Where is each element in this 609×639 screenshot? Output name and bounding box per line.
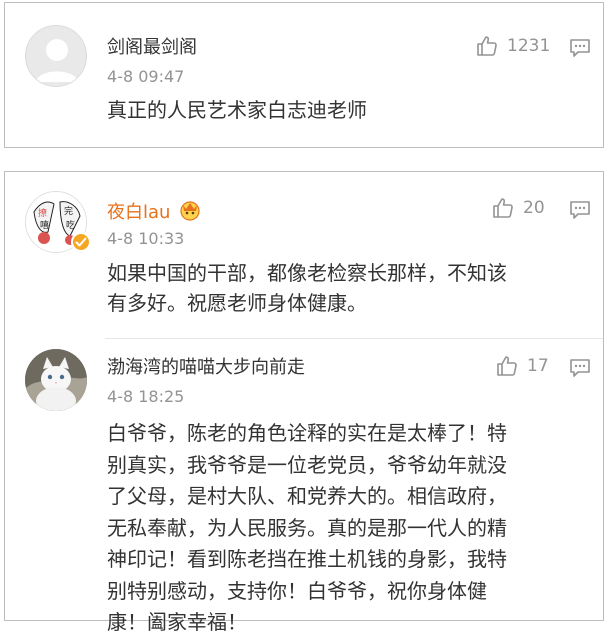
timestamp: 4-8 18:25 [107,387,185,406]
svg-text:嘻: 嘻 [40,219,49,231]
comment-item: 渤海湾的喵喵大步向前走 4-8 18:25 17 白爷爷，陈老的角色诠释的实在是… [5,338,603,634]
svg-text:撩: 撩 [38,207,47,219]
timestamp: 4-8 09:47 [107,67,185,86]
comment-card: 剑阁最剑阁 4-8 09:47 1231 真正的人民艺术家白志迪老师 [4,2,604,148]
reply-comment-icon[interactable] [569,199,591,221]
comment-text: 白爷爷，陈老的角色诠释的实在是太棒了！特别真实，我爷爷是一位老党员，爷爷幼年就没… [107,421,507,634]
reply-comment-icon[interactable] [569,37,591,59]
comment-item: 剑阁最剑阁 4-8 09:47 1231 真正的人民艺术家白志迪老师 [5,3,603,149]
white-cat-avatar-icon[interactable] [25,349,87,411]
verified-badge-icon [71,232,91,252]
comment-text: 如果中国的干部，都像老检察长那样，不知该有多好。祝愿老师身体健康。 [107,261,507,315]
username[interactable]: 夜白lau [107,199,202,224]
username[interactable]: 剑阁最剑阁 [107,37,197,59]
like-count: 20 [523,198,545,218]
svg-text:吃: 吃 [66,219,75,231]
thumbs-up-icon [477,36,497,56]
username-text: 夜白lau [107,202,171,223]
comment-item: 撩 完 嘻 吃 夜白lau 4-8 10:33 20 如果中国的干部，都像老检察… [5,172,603,342]
username[interactable]: 渤海湾的喵喵大步向前走 [107,357,305,379]
like-count: 17 [527,356,549,376]
timestamp: 4-8 10:33 [107,229,185,248]
reply-comment-icon[interactable] [569,357,591,379]
like-button[interactable]: 1231 [475,33,550,59]
thumbs-up-icon [497,356,517,376]
comment-text: 真正的人民艺术家白志迪老师 [107,98,367,122]
thumbs-up-icon [493,198,513,218]
vip-crown-icon [180,201,200,221]
default-avatar-icon[interactable] [25,25,87,87]
comment-card: 撩 完 嘻 吃 夜白lau 4-8 10:33 20 如果中国的干部，都像老检察… [4,171,604,634]
svg-text:完: 完 [64,205,73,217]
like-button[interactable]: 20 [491,195,545,221]
like-count: 1231 [507,36,551,56]
like-button[interactable]: 17 [495,353,549,379]
